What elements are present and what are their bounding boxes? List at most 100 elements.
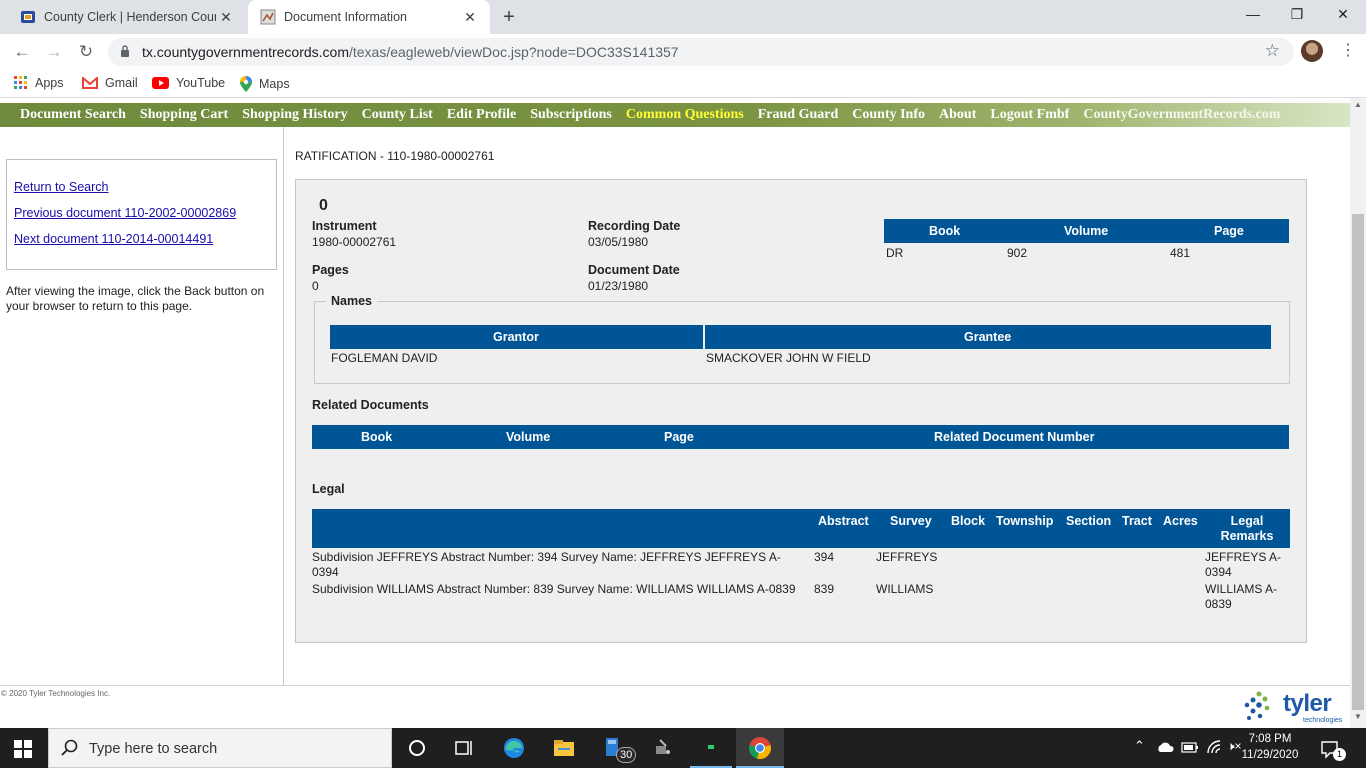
tray-chevron-up-icon[interactable]: ⌃ xyxy=(1134,738,1145,754)
next-document-link[interactable]: Next document 110-2014-00014491 xyxy=(14,232,269,246)
col-section: Section xyxy=(1066,514,1112,528)
col-legal-remarks: Legal Remarks xyxy=(1220,514,1274,543)
scrollbar-thumb[interactable] xyxy=(1352,214,1364,710)
col-survey: Survey xyxy=(890,514,932,528)
browser-menu-icon[interactable]: ⋮ xyxy=(1338,40,1358,64)
chrome-taskbar-button[interactable] xyxy=(736,728,784,768)
tyler-logo-word: tyler xyxy=(1283,690,1332,717)
onedrive-cloud-icon[interactable] xyxy=(1156,741,1174,753)
battery-icon[interactable] xyxy=(1181,740,1199,754)
tab-county-clerk[interactable]: County Clerk | Henderson County, Te ✕ xyxy=(8,0,246,34)
file-explorer-icon[interactable] xyxy=(551,736,577,760)
tyler-technologies-logo: tyler technologies xyxy=(1243,690,1343,724)
tab-title: County Clerk | Henderson County, Te xyxy=(44,10,216,24)
legal-header: Abstract Survey Block Township Section T… xyxy=(312,509,1290,548)
new-tab-plus-icon[interactable]: + xyxy=(498,6,520,28)
tab-document-information[interactable]: Document Information ✕ xyxy=(248,0,490,34)
legal-row-2-abstract: 839 xyxy=(814,582,835,596)
return-to-search-link[interactable]: Return to Search xyxy=(14,180,269,194)
tab-title: Document Information xyxy=(284,10,407,24)
nav-document-search[interactable]: Document Search xyxy=(20,107,126,123)
recording-date-value: 03/05/1980 xyxy=(588,235,649,249)
restore-window-icon[interactable]: ❐ xyxy=(1274,0,1320,30)
cortana-icon[interactable] xyxy=(404,736,430,760)
network-tool-icon[interactable] xyxy=(650,736,676,760)
windows-start-icon[interactable] xyxy=(14,740,32,758)
minimize-window-icon[interactable]: — xyxy=(1230,0,1276,30)
tyler-dots-icon xyxy=(1244,691,1270,720)
site-navigation-bar: Document Search Shopping Cart Shopping H… xyxy=(0,103,1350,127)
clock-date: 11/29/2020 xyxy=(1241,749,1299,761)
bookmark-youtube[interactable]: YouTube xyxy=(152,76,225,90)
close-tab-icon[interactable]: ✕ xyxy=(216,9,236,26)
related-documents-header: Book Volume Page Related Document Number xyxy=(312,425,1289,449)
bookmark-gmail[interactable]: Gmail xyxy=(82,76,138,90)
nav-edit-profile[interactable]: Edit Profile xyxy=(447,107,516,123)
document-nav-box: Return to Search Previous document 110-2… xyxy=(6,159,277,270)
col-book: Book xyxy=(929,224,961,238)
county-clerk-favicon-icon xyxy=(21,11,35,23)
scroll-down-icon[interactable]: ▼ xyxy=(1350,712,1366,726)
grantor-header: Grantor xyxy=(330,325,703,349)
document-date-label: Document Date xyxy=(588,263,680,277)
bookmarks-bar: Apps Gmail YouTube Maps xyxy=(0,70,1366,98)
close-tab-icon[interactable]: ✕ xyxy=(460,9,480,26)
terminal-app-icon[interactable] xyxy=(699,736,725,760)
grantee-value: SMACKOVER JOHN W FIELD xyxy=(706,351,871,365)
site-footer: © 2020 Tyler Technologies Inc. tyler tec… xyxy=(0,685,1350,729)
forward-arrow-icon[interactable]: → xyxy=(42,40,66,64)
back-arrow-icon[interactable]: ← xyxy=(10,40,34,64)
wifi-icon[interactable] xyxy=(1206,740,1222,754)
bookmark-star-icon[interactable]: ☆ xyxy=(1265,41,1280,61)
url-text[interactable]: tx.countygovernmentrecords.com/texas/eag… xyxy=(142,44,679,60)
col-page: Page xyxy=(1214,224,1244,238)
col-tract: Tract xyxy=(1122,514,1152,528)
nav-common-questions[interactable]: Common Questions xyxy=(626,107,744,123)
previous-document-link[interactable]: Previous document 110-2002-00002869 xyxy=(14,206,269,220)
nav-shopping-history[interactable]: Shopping History xyxy=(242,107,347,123)
names-legend: Names xyxy=(326,294,377,308)
taskbar-search-box[interactable]: Type here to search xyxy=(48,728,392,768)
document-count: 0 xyxy=(319,197,328,214)
back-button-hint: After viewing the image, click the Back … xyxy=(6,284,265,313)
clock-time: 7:08 PM xyxy=(1248,733,1292,745)
scroll-up-icon[interactable]: ▲ xyxy=(1350,100,1366,114)
search-placeholder: Type here to search xyxy=(89,741,218,757)
col-related-volume: Volume xyxy=(506,430,551,444)
profile-avatar[interactable] xyxy=(1301,40,1323,62)
col-volume: Volume xyxy=(1064,224,1109,238)
left-sidebar: Return to Search Previous document 110-2… xyxy=(0,127,284,685)
nav-county-list[interactable]: County List xyxy=(362,107,433,123)
nav-fraud-guard[interactable]: Fraud Guard xyxy=(758,107,839,123)
nav-shopping-cart[interactable]: Shopping Cart xyxy=(140,107,228,123)
lock-icon xyxy=(121,45,129,57)
bookmark-label: Apps xyxy=(35,76,64,90)
legal-title: Legal xyxy=(312,482,345,496)
nav-logout[interactable]: Logout Fmbf xyxy=(990,107,1069,123)
grantor-value: FOGLEMAN DAVID xyxy=(331,351,438,365)
tyler-logo-sub: technologies xyxy=(1303,717,1343,724)
nav-subscriptions[interactable]: Subscriptions xyxy=(530,107,612,123)
edge-browser-icon[interactable] xyxy=(501,736,527,760)
nav-about[interactable]: About xyxy=(939,107,976,123)
nav-countygovernmentrecords[interactable]: CountyGovernmentRecords.com xyxy=(1083,107,1280,123)
task-view-icon[interactable] xyxy=(451,736,477,760)
bookmark-label: YouTube xyxy=(176,76,226,90)
close-window-icon[interactable]: ✕ xyxy=(1320,0,1366,30)
search-icon xyxy=(61,739,78,756)
maps-pin-icon xyxy=(240,76,252,92)
browser-tab-strip: County Clerk | Henderson County, Te ✕ Do… xyxy=(0,0,1366,34)
address-bar[interactable]: tx.countygovernmentrecords.com/texas/eag… xyxy=(108,38,1294,66)
taskbar-clock[interactable]: 7:08 PM 11/29/2020 xyxy=(1238,731,1302,763)
copyright-text: © 2020 Tyler Technologies Inc. xyxy=(1,689,111,698)
nav-county-info[interactable]: County Info xyxy=(852,107,925,123)
legal-row-2-survey: WILLIAMS xyxy=(876,582,934,596)
bookmark-apps[interactable]: Apps xyxy=(14,76,64,90)
col-acres: Acres xyxy=(1163,514,1198,528)
reload-icon[interactable]: ↻ xyxy=(74,40,98,64)
book-volume-page-header: Book Volume Page xyxy=(884,219,1289,243)
volume-value: 902 xyxy=(1007,246,1028,260)
bookmark-maps[interactable]: Maps xyxy=(240,76,290,92)
legal-row-1-remarks: JEFFREYS A-0394 xyxy=(1205,550,1282,579)
page-scrollbar[interactable]: ▲ ▼ xyxy=(1350,98,1366,728)
